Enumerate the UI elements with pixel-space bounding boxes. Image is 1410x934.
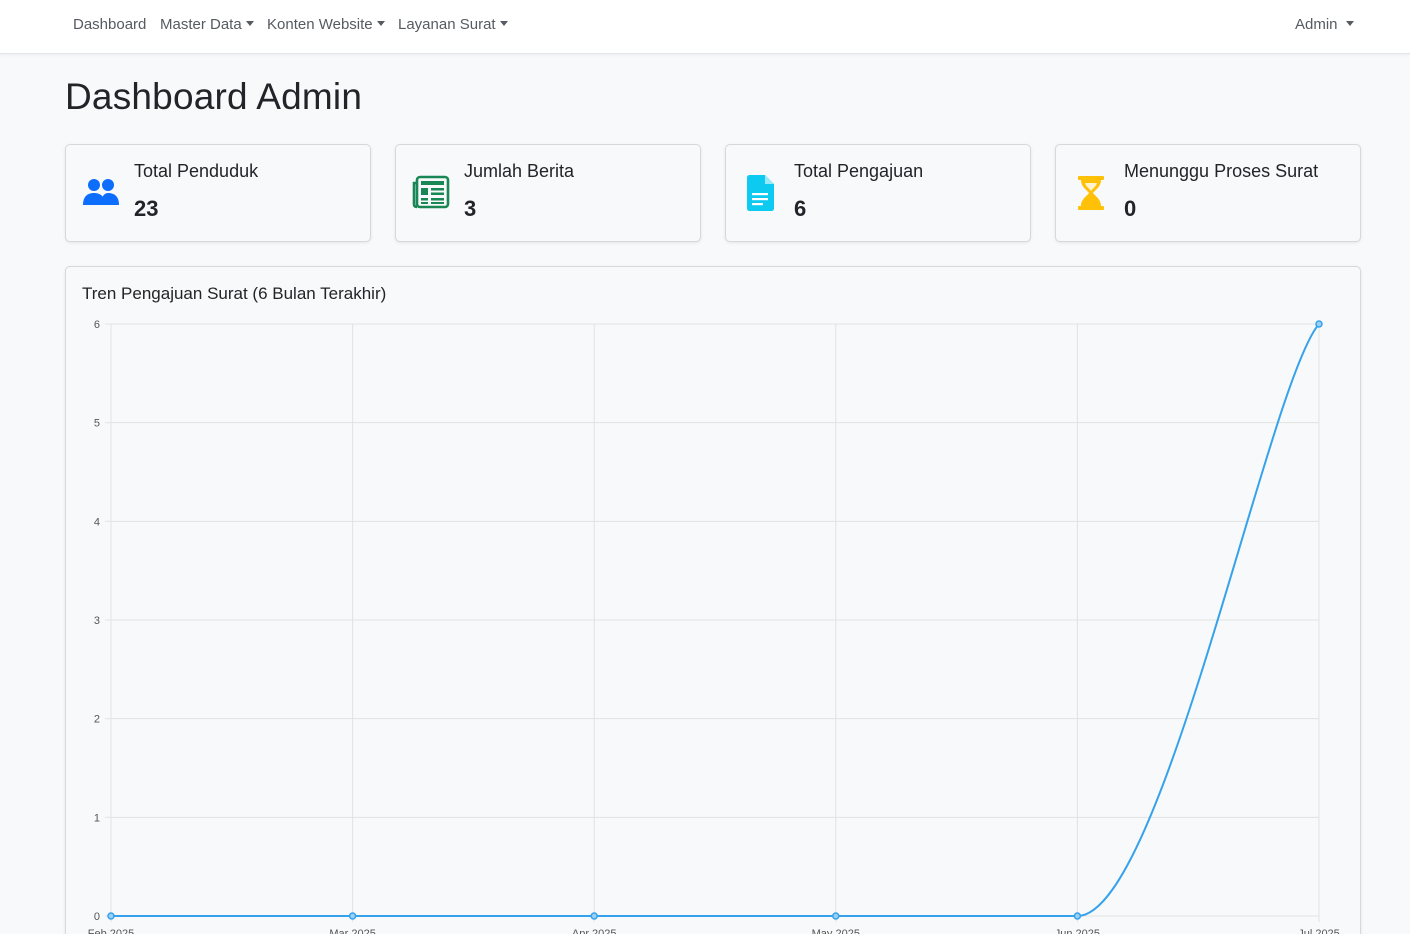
x-tick-label: Apr 2025 [572, 928, 617, 934]
stat-card-total-penduduk: Total Penduduk 23 [65, 144, 371, 242]
nav-dashboard[interactable]: Dashboard [73, 16, 146, 33]
document-icon [747, 175, 774, 211]
stat-label: Total Pengajuan [794, 161, 924, 181]
users-icon [83, 179, 119, 205]
data-point [1073, 912, 1082, 920]
data-point [832, 912, 840, 920]
y-tick-label: 0 [94, 911, 100, 923]
stat-card-menunggu-proses: Menunggu Proses Surat 0 [1055, 144, 1361, 242]
caret-down-icon [376, 21, 385, 26]
hourglass-icon [1078, 176, 1104, 210]
data-point [1315, 320, 1323, 328]
user-menu[interactable]: Admin [1295, 16, 1354, 33]
stat-card-total-pengajuan: Total Pengajuan 6 [725, 144, 1031, 242]
nav-layanan-surat-label: Layanan Surat [398, 16, 496, 33]
top-navbar: Dashboard Master Data Konten Website Lay… [0, 0, 1410, 54]
y-tick-label: 2 [94, 714, 100, 726]
caret-down-icon [245, 21, 254, 26]
stat-label: Menunggu Proses Surat [1124, 161, 1319, 181]
stat-value: 0 [1124, 196, 1137, 221]
data-point [590, 912, 598, 920]
user-menu-label: Admin [1295, 16, 1338, 33]
x-tick-label: Jun 2025 [1055, 928, 1100, 934]
stat-label: Total Penduduk [134, 161, 259, 181]
line-chart: 0 1 2 3 4 5 6 Feb 2025 Mar 2025 Apr 2025 May 2025 J… [88, 319, 1340, 934]
x-tick-label: May 2025 [812, 928, 860, 934]
nav-konten-website[interactable]: Konten Website [267, 16, 385, 33]
nav-master-data-label: Master Data [160, 16, 242, 33]
y-tick-label: 1 [94, 812, 100, 824]
y-tick-label: 4 [94, 516, 100, 528]
y-tick-label: 5 [94, 418, 100, 430]
stat-value: 3 [464, 196, 477, 221]
caret-down-icon [1345, 21, 1354, 26]
data-point [107, 912, 115, 920]
y-tick-label: 6 [94, 319, 100, 331]
stat-label: Jumlah Berita [464, 161, 575, 181]
nav-layanan-surat[interactable]: Layanan Surat [398, 16, 508, 33]
nav-konten-website-label: Konten Website [267, 16, 373, 33]
x-tick-label: Mar 2025 [329, 928, 375, 934]
nav-master-data[interactable]: Master Data [160, 16, 254, 33]
page-title: Dashboard Admin [65, 76, 363, 117]
stat-value: 6 [794, 196, 807, 221]
stat-card-jumlah-berita: Jumlah Berita 3 [395, 144, 701, 242]
newspaper-icon [412, 175, 450, 209]
y-tick-label: 3 [94, 615, 100, 627]
chart-card: Tren Pengajuan Surat (6 Bulan Terakhir) … [65, 266, 1361, 934]
x-tick-label: Jul 2025 [1298, 928, 1340, 934]
data-point [348, 912, 357, 920]
x-tick-label: Feb 2025 [88, 928, 134, 934]
stat-value: 23 [134, 196, 159, 221]
caret-down-icon [499, 21, 508, 26]
